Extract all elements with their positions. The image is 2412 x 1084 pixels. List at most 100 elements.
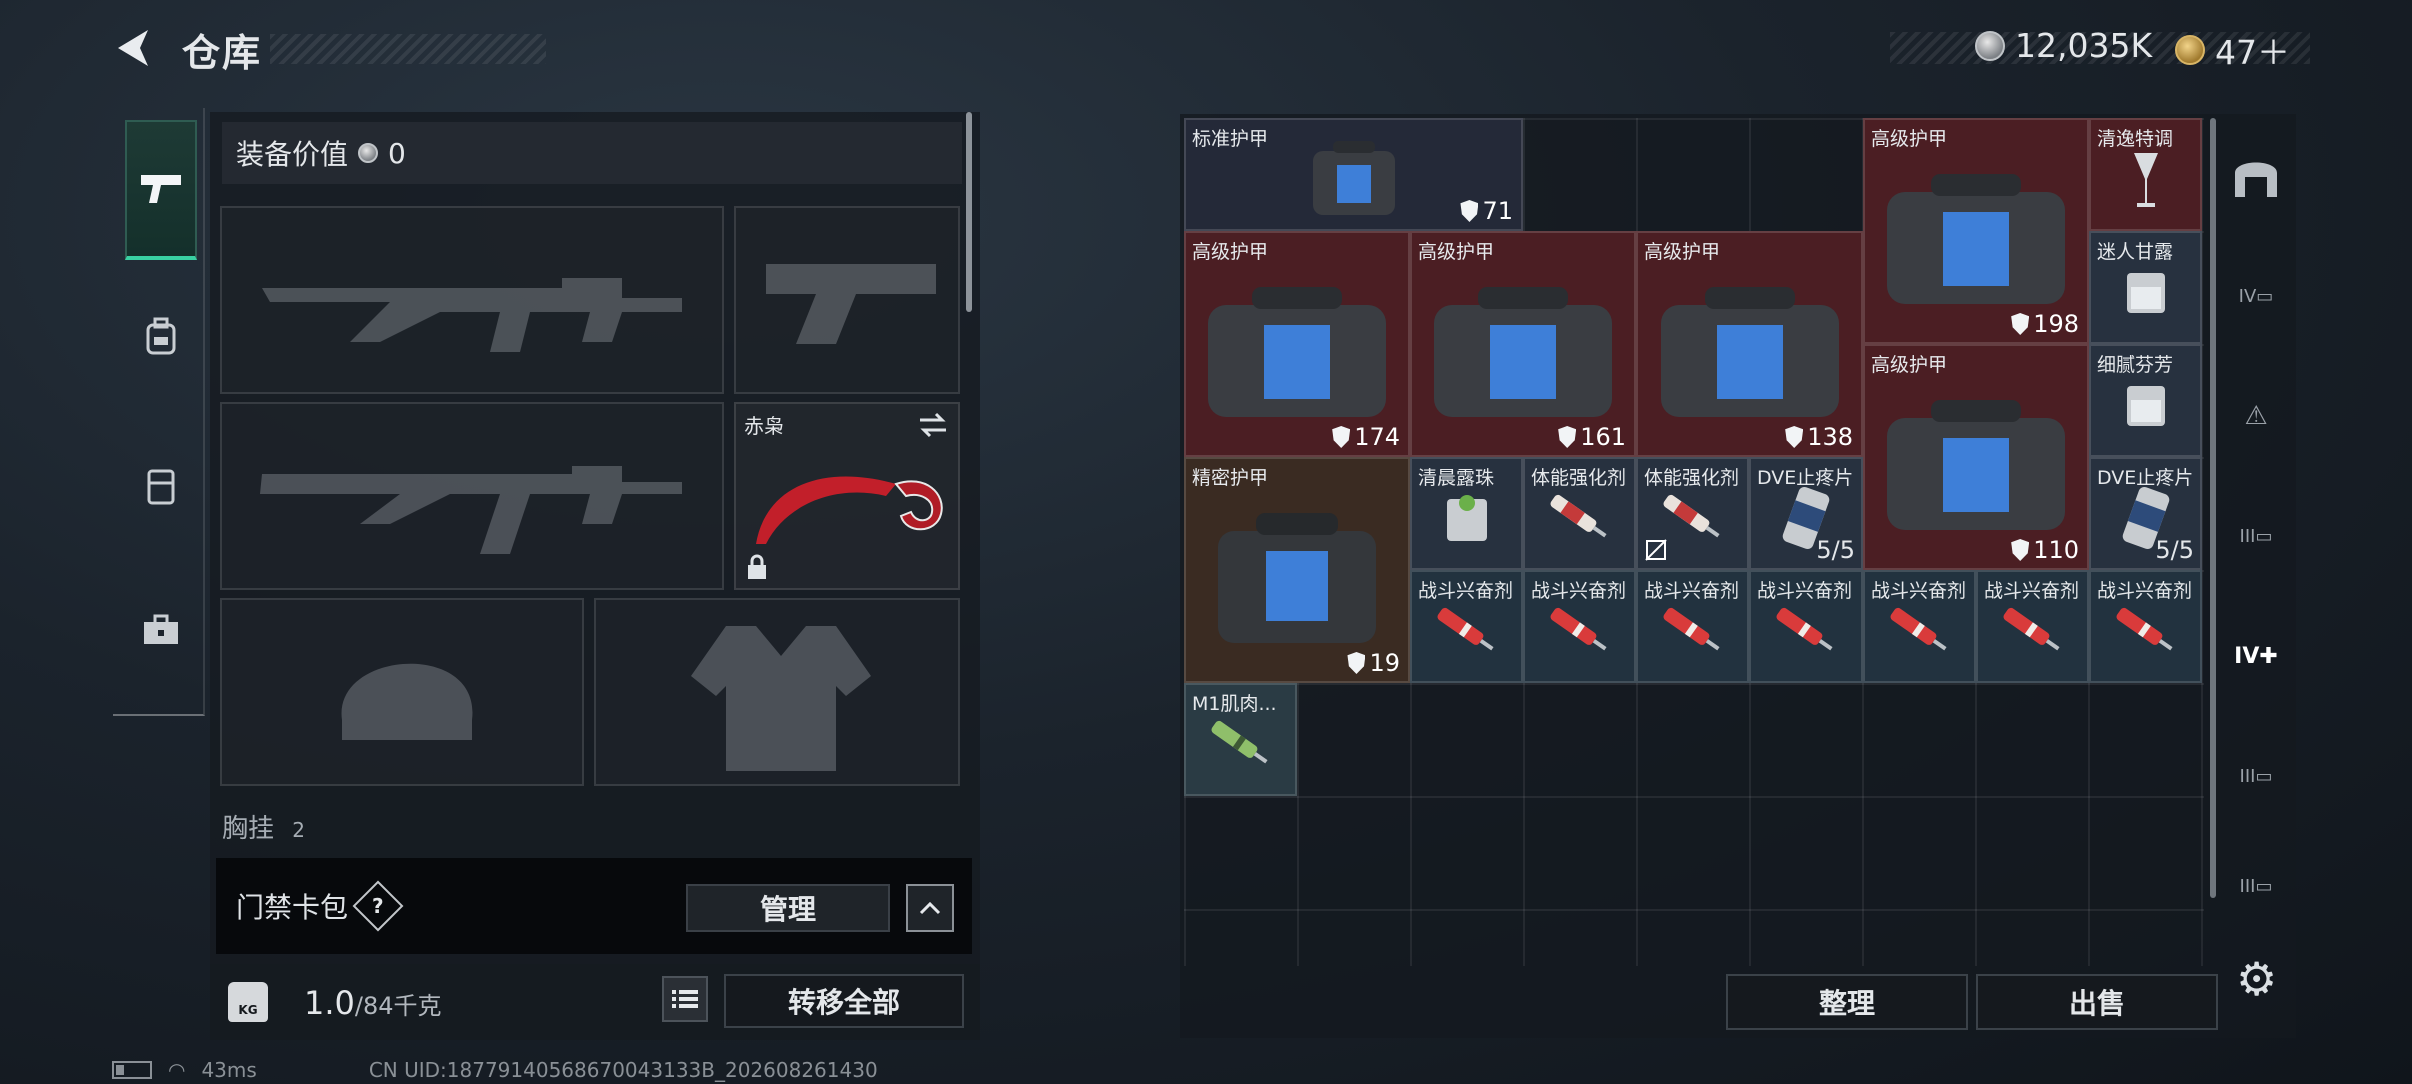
access-card-label: 门禁卡包 [236,891,349,924]
swap-icon[interactable] [918,412,948,438]
cocktail-glass-icon [2133,152,2158,207]
tab-iv-plus-icon: IV✚ [2234,643,2278,669]
syringe-icon [1437,607,1494,651]
shield-icon [1558,426,1577,448]
stash-item-combat-stimulant[interactable]: 战斗兴奋剂 [1976,570,2089,683]
pistol-silhouette-icon [766,264,936,344]
stash-item-advanced-armor[interactable]: 高级护甲 174 [1184,231,1410,457]
stash-item-combat-stimulant[interactable]: 战斗兴奋剂 [1636,570,1749,683]
tab-weapons[interactable] [125,120,197,260]
stash-item-painkiller[interactable]: DVE止疼片 5/5 [1749,457,1863,570]
status-bar: ◠ 43ms CN UID:18779140568670043133B_2026… [112,1058,878,1082]
tab-backpack[interactable] [125,266,197,406]
syringe-icon [1663,607,1720,651]
tab-iv-icon: IV▭ [2238,285,2274,307]
stash-item-drink[interactable]: 清晨露珠 [1410,457,1523,570]
wifi-icon: ◠ [168,1058,186,1082]
tab-stash-iii-d[interactable]: III▭ [2228,858,2284,914]
item-name: 高级护甲 [1871,128,1948,150]
item-durability: 198 [2011,310,2079,338]
currency-silver[interactable]: 12,035K [1975,26,2152,65]
transfer-all-button[interactable]: 转移全部 [724,974,964,1028]
stash-item-drink[interactable]: 清逸特调 [2089,118,2202,231]
tab-stash-iv[interactable]: IV▭ [2228,268,2284,324]
weight-value: 1.0 [304,984,355,1022]
collapse-button[interactable] [906,884,954,932]
item-name: 标准护甲 [1192,128,1269,150]
stash-item-advanced-armor[interactable]: 高级护甲 138 [1636,231,1863,457]
back-arrow-icon[interactable] [112,26,156,70]
list-view-button[interactable] [662,976,708,1022]
stash-item-muscle-injector[interactable]: M1肌肉... [1184,683,1297,796]
silver-coin-icon [358,143,379,163]
glass-icon [1446,494,1487,541]
list-icon [672,990,698,1008]
melee-slot[interactable]: 赤枭 [734,402,960,590]
tab-warning-icon: ⚠ [2244,401,2268,431]
equipment-scrollbar[interactable] [966,112,972,312]
helmet-silhouette-icon [341,663,473,740]
tab-iii-icon: III▭ [2239,875,2273,897]
gear-icon[interactable]: ⚙ [2236,952,2277,1006]
vest-silhouette-icon [691,626,871,771]
stash-item-injector[interactable]: 体能强化剂 [1636,457,1749,570]
stash-item-drink[interactable]: 迷人甘露 [2089,231,2202,344]
currency-gold[interactable]: 47＋ [2175,26,2290,74]
pistol-slot[interactable] [734,206,960,394]
item-name: 高级护甲 [1418,241,1495,263]
item-name: 高级护甲 [1644,241,1721,263]
help-icon[interactable]: ? [352,880,404,932]
primary-weapon-slot-1[interactable] [220,206,724,394]
tab-all-stash[interactable] [2228,148,2284,204]
stash-item-precision-armor[interactable]: 精密护甲 19 [1184,457,1410,683]
lock-icon [748,554,766,579]
primary-weapon-slot-2[interactable] [220,402,724,590]
tab-stash-iii-a[interactable]: ⚠ [2228,388,2284,444]
tab-chest-rig[interactable] [125,416,197,556]
manage-button[interactable]: 管理 [686,884,890,932]
syringe-icon [2116,607,2173,651]
uid-text: CN UID:18779140568670043133B_20260826143… [368,1058,878,1082]
tab-stash-iv-add[interactable]: IV✚ [2228,628,2284,684]
syringe-icon [1663,494,1720,538]
melee-name: 赤枭 [744,414,784,438]
sort-button[interactable]: 整理 [1726,974,1968,1030]
helmet-slot[interactable] [220,598,584,786]
item-name: 精密护甲 [1192,467,1269,489]
tab-iii-icon: III▭ [2239,765,2273,787]
weight-max: /84千克 [354,992,442,1020]
stash-item-advanced-armor[interactable]: 高级护甲 161 [1410,231,1636,457]
tab-stash-iii-b[interactable]: III▭ [2228,508,2284,564]
currency-gold-value: 47＋ [2215,33,2290,72]
shield-icon [2011,539,2030,561]
armor-slot[interactable] [594,598,960,786]
sell-button[interactable]: 出售 [1976,974,2218,1030]
item-name: 迷人甘露 [2097,241,2174,263]
item-durability: 174 [1332,423,1400,451]
pistol-icon [141,175,181,203]
stash-item-combat-stimulant[interactable]: 战斗兴奋剂 [1863,570,1976,683]
tab-case[interactable] [125,560,197,700]
item-name: 清逸特调 [2097,128,2174,150]
case-icon [144,614,178,644]
stash-item-advanced-armor[interactable]: 高级护甲 110 [1863,344,2089,570]
glass-icon [2126,272,2165,313]
stash-item-drink[interactable]: 细腻芬芳 [2089,344,2202,457]
equipment-value: 0 [388,136,406,170]
armor-bag-icon [1434,286,1612,417]
glass-icon [2126,385,2165,426]
stash-item-standard-armor[interactable]: 标准护甲 71 [1184,118,1523,231]
silver-coin-icon [1975,30,2005,61]
chest-rig-icon [147,469,175,505]
stash-item-combat-stimulant[interactable]: 战斗兴奋剂 [1749,570,1863,683]
tab-stash-iii-c[interactable]: III▭ [2228,748,2284,804]
stash-item-painkiller[interactable]: DVE止疼片 5/5 [2089,457,2202,570]
stash-item-combat-stimulant[interactable]: 战斗兴奋剂 [1523,570,1636,683]
chevron-up-icon [919,901,941,915]
stash-item-advanced-armor[interactable]: 高级护甲 198 [1863,118,2089,344]
stash-item-injector[interactable]: 体能强化剂 [1523,457,1636,570]
item-name: 高级护甲 [1871,354,1948,376]
syringe-icon [1550,607,1607,651]
stash-item-combat-stimulant[interactable]: 战斗兴奋剂 [1410,570,1523,683]
stash-item-combat-stimulant[interactable]: 战斗兴奋剂 [2089,570,2202,683]
